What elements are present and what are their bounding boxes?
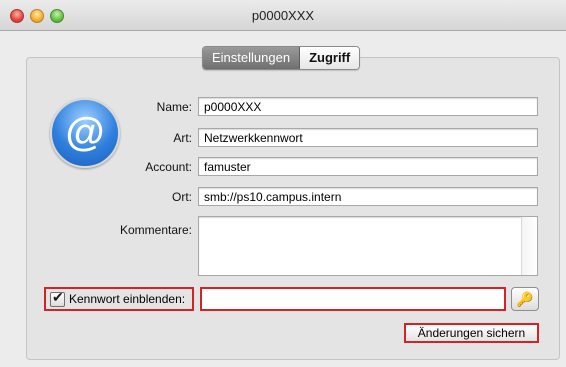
save-button[interactable]: Änderungen sichern [404, 323, 539, 343]
name-label: Name: [156, 100, 192, 114]
show-password-label: Kennwort einblenden: [69, 292, 186, 306]
tab-zugriff[interactable]: Zugriff [300, 47, 360, 69]
show-password-row[interactable]: ✔ Kennwort einblenden: [44, 287, 194, 311]
checkmark-icon: ✔ [52, 288, 64, 305]
show-password-checkbox[interactable]: ✔ [50, 288, 65, 307]
art-label: Art: [173, 131, 192, 145]
tab-einstellungen[interactable]: Einstellungen [203, 47, 301, 69]
keychain-item-window: p0000XXX Einstellungen Zugriff @ Name: p… [0, 0, 566, 367]
ort-label: Ort: [172, 190, 192, 204]
ort-field[interactable]: smb://ps10.campus.intern [198, 187, 538, 206]
window-title: p0000XXX [251, 8, 315, 23]
art-field[interactable]: Netzwerkkennwort [198, 128, 538, 147]
password-field[interactable] [200, 287, 506, 311]
name-field[interactable]: p0000XXX [198, 97, 538, 116]
account-label: Account: [145, 160, 192, 174]
kommentare-label: Kommentare: [119, 223, 192, 237]
key-icon[interactable]: 🔑 [511, 287, 539, 311]
account-field[interactable]: famuster [198, 157, 538, 176]
kommentare-scrollbar[interactable] [521, 217, 537, 275]
kommentare-textarea[interactable] [198, 216, 538, 276]
tab-bar: Einstellungen Zugriff [202, 46, 361, 70]
title-bar: p0000XXX [0, 0, 566, 31]
